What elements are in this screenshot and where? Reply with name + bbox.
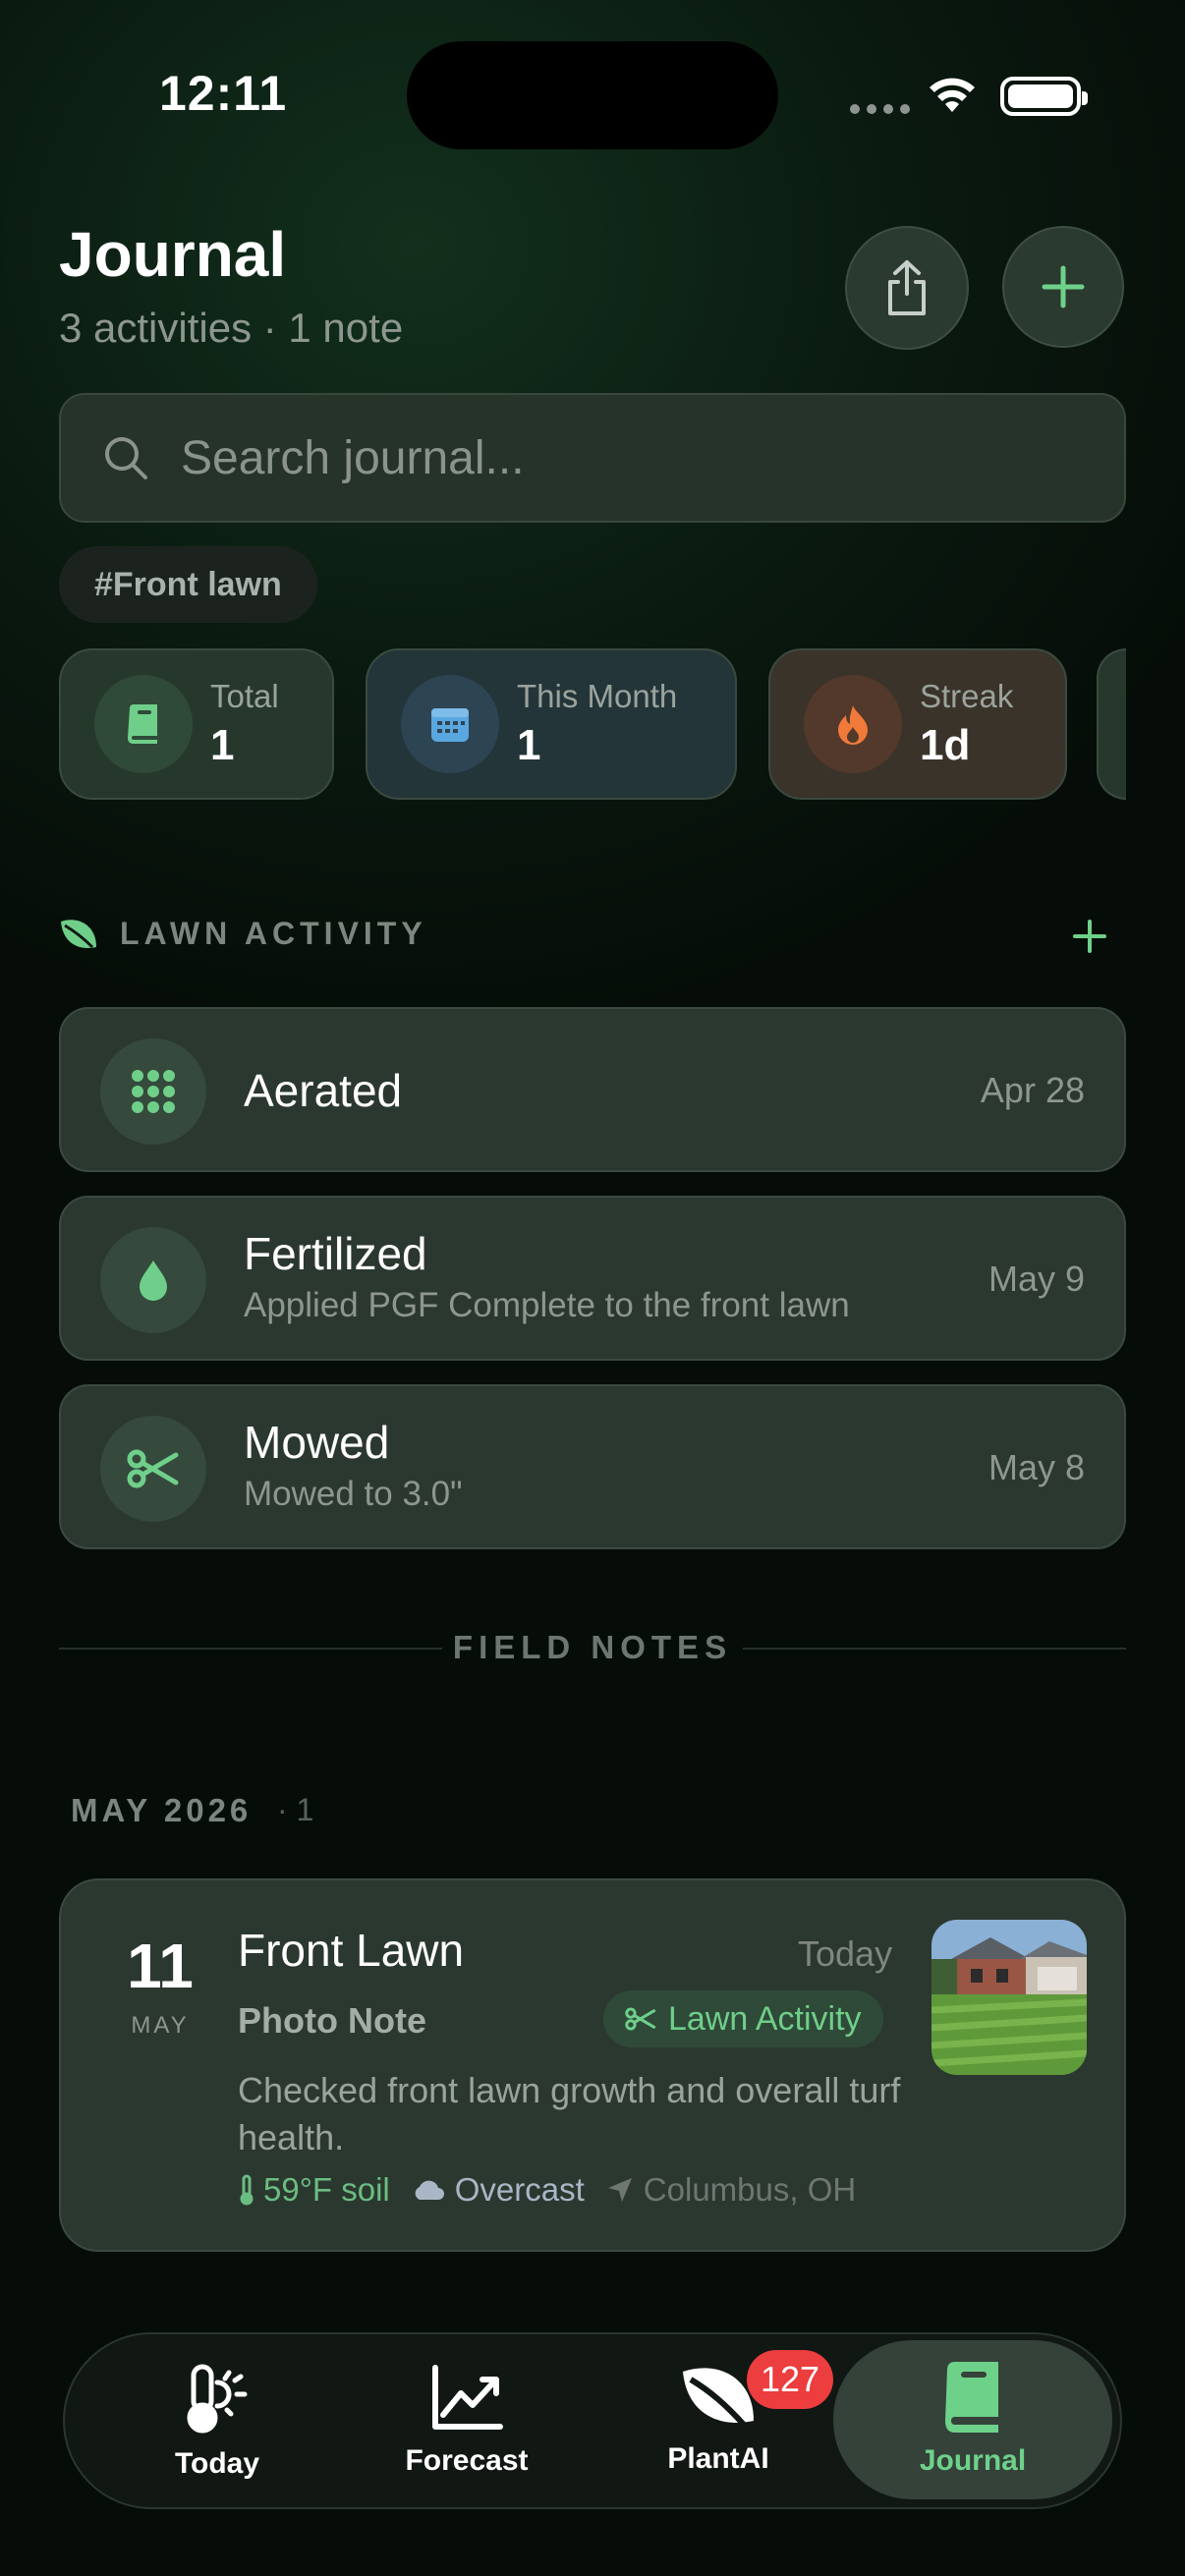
leaf-icon <box>61 919 96 948</box>
stat-value: 1 <box>517 721 541 769</box>
activity-description: Mowed to 3.0" <box>244 1475 463 1513</box>
stat-card-partial[interactable] <box>1097 648 1126 800</box>
stat-streak-card[interactable]: Streak 1d <box>768 648 1067 800</box>
section-title: LAWN ACTIVITY <box>120 916 427 951</box>
lawn-activity-header: LAWN ACTIVITY <box>59 916 427 952</box>
activity-date: May 9 <box>988 1259 1085 1299</box>
chart-trend-icon <box>432 2365 503 2430</box>
stat-value: 1 <box>210 721 235 769</box>
note-title: Front Lawn <box>238 1925 465 1976</box>
battery-icon <box>1000 77 1088 116</box>
plus-icon <box>1042 265 1085 308</box>
wifi-icon <box>930 78 975 112</box>
tab-today[interactable]: Today <box>104 2334 330 2507</box>
scissors-icon <box>625 2007 656 2031</box>
stat-total-card[interactable]: Total 1 <box>59 648 334 800</box>
note-meta: 59°F soil Overcast Columbus, OH <box>238 2171 856 2209</box>
activity-card-aerated[interactable]: Aerated Apr 28 <box>59 1007 1126 1172</box>
drop-icon <box>100 1227 206 1333</box>
plantai-notification-badge: 127 <box>747 2350 833 2409</box>
note-photo-thumbnail[interactable] <box>931 1920 1087 2075</box>
filter-tag-chip[interactable]: #Front lawn <box>59 546 317 623</box>
tab-label: Journal <box>919 2444 1027 2477</box>
cellular-signal-icon <box>850 104 910 114</box>
note-text: Checked front lawn growth and overall tu… <box>238 2070 901 2157</box>
stat-label: Total <box>210 678 279 714</box>
activity-description: Applied PGF Complete to the front lawn <box>244 1286 850 1324</box>
search-placeholder: Search journal... <box>181 431 525 484</box>
add-activity-button[interactable] <box>1071 918 1108 955</box>
field-notes-title: FIELD NOTES <box>452 1629 733 1665</box>
stat-this-month-card[interactable]: This Month 1 <box>366 648 737 800</box>
note-day: 11 <box>127 1931 194 2001</box>
flame-icon <box>804 675 902 773</box>
tab-journal[interactable]: Journal <box>833 2340 1112 2499</box>
thermometer-sun-icon <box>187 2364 248 2434</box>
note-weather: Overcast <box>454 2171 585 2208</box>
tab-forecast[interactable]: Forecast <box>354 2334 580 2507</box>
note-month: MAY <box>131 2012 190 2039</box>
month-count: · 1 <box>277 1792 314 1827</box>
location-arrow-icon <box>607 2178 632 2202</box>
activity-name: Fertilized <box>244 1228 427 1279</box>
cloud-icon <box>415 2180 444 2200</box>
note-when: Today <box>798 1933 893 1974</box>
book-icon <box>945 2362 998 2433</box>
activity-card-mowed[interactable]: Mowed Mowed to 3.0" May 8 <box>59 1384 1126 1549</box>
leaf-icon <box>683 2368 754 2428</box>
search-icon <box>105 437 147 479</box>
activity-name: Mowed <box>244 1417 390 1468</box>
thermometer-icon <box>240 2174 254 2206</box>
field-note-card[interactable]: 11 MAY Front Lawn Today Photo Note Lawn … <box>59 1878 1126 2252</box>
share-button[interactable] <box>845 226 969 350</box>
scissors-icon <box>100 1416 206 1522</box>
calendar-icon <box>401 675 499 773</box>
tab-bar: Today Forecast PlantAI 127 Journal <box>63 2332 1122 2509</box>
activity-date: Apr 28 <box>980 1070 1085 1110</box>
badge-label: Lawn Activity <box>668 1999 862 2038</box>
tab-label: Forecast <box>405 2444 529 2477</box>
add-entry-button[interactable] <box>1002 226 1124 348</box>
aerate-grid-icon <box>100 1038 206 1145</box>
stat-label: Streak <box>920 678 1014 714</box>
note-location: Columbus, OH <box>643 2171 857 2208</box>
dynamic-island <box>407 41 778 149</box>
lawn-activity-badge[interactable]: Lawn Activity <box>603 1990 883 2047</box>
tab-label: Today <box>174 2447 260 2480</box>
activity-date: May 8 <box>988 1447 1085 1487</box>
page-title: Journal <box>59 219 287 290</box>
page-subtitle: 3 activities · 1 note <box>59 305 404 351</box>
stat-label: This Month <box>517 678 678 714</box>
month-label: MAY 2026 <box>71 1792 253 1828</box>
stat-value: 1d <box>920 721 971 769</box>
tab-label: PlantAI <box>667 2442 769 2475</box>
search-input[interactable]: Search journal... <box>59 393 1126 523</box>
status-time: 12:11 <box>159 66 288 121</box>
note-type: Photo Note <box>238 2000 426 2041</box>
activity-card-fertilized[interactable]: Fertilized Applied PGF Complete to the f… <box>59 1196 1126 1361</box>
note-soil-temp: 59°F soil <box>263 2171 390 2208</box>
share-icon <box>888 260 926 315</box>
activity-name: Aerated <box>244 1065 403 1116</box>
book-icon <box>94 675 193 773</box>
